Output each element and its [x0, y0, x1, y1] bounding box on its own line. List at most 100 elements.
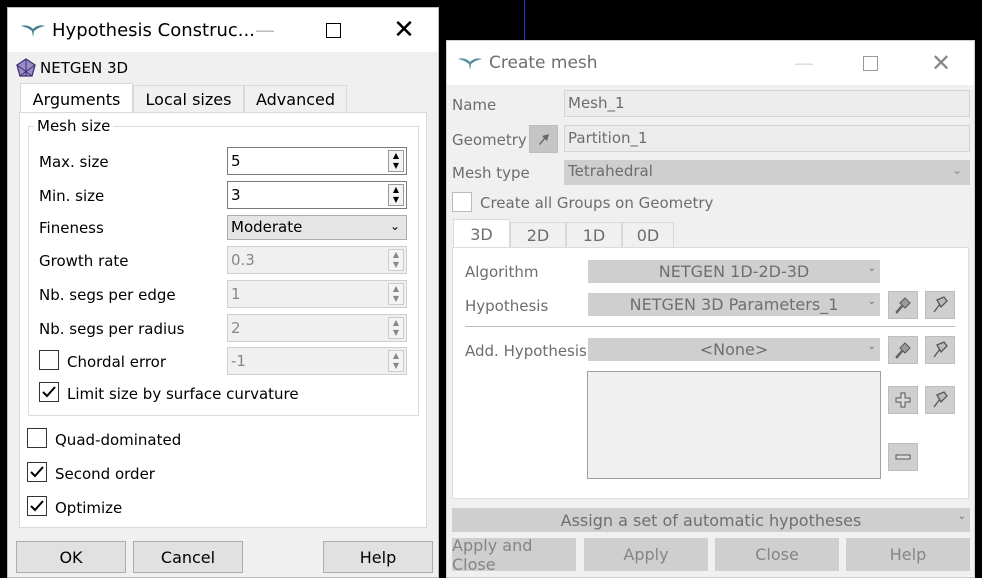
assign-set-select[interactable]: Assign a set of automatic hypotheses ⌄ [452, 508, 970, 532]
add-hypothesis-list[interactable] [587, 371, 881, 479]
help-button[interactable]: Help [846, 538, 970, 571]
minimize-button[interactable]: — [781, 41, 827, 85]
cancel-button[interactable]: Cancel [133, 541, 243, 573]
hypothesis-select[interactable]: NETGEN 3D Parameters_1 ⌄ [588, 293, 880, 316]
spin-up-icon[interactable]: ▲ [389, 284, 403, 294]
growth-rate-label: Growth rate [39, 252, 129, 270]
tab-2d[interactable]: 2D [510, 222, 566, 248]
new-hypothesis-icon [933, 341, 948, 358]
app-bird-icon [20, 22, 46, 38]
add-hypothesis-label: Add. Hypothesis [465, 342, 587, 360]
add-hypothesis-select[interactable]: <None> ⌄ [588, 338, 880, 361]
arrow-icon [538, 134, 549, 145]
hypothesis-titlebar[interactable]: Hypothesis Construc... [8, 8, 438, 52]
min-size-input[interactable]: 3 ▲ ▼ [227, 181, 407, 209]
edit-add-hypothesis-button[interactable] [888, 336, 918, 364]
apply-and-close-button[interactable]: Apply and Close [452, 536, 576, 574]
maximize-button[interactable] [847, 41, 893, 85]
tab-3d[interactable]: 3D [453, 219, 510, 249]
second-order-checkbox[interactable] [27, 462, 47, 482]
new-add-hypothesis-button[interactable] [925, 336, 955, 364]
add-hypothesis-button[interactable] [888, 386, 918, 414]
algorithm-name: NETGEN 3D [40, 59, 129, 77]
chevron-down-icon: ⌄ [951, 163, 962, 177]
segs-per-radius-input[interactable]: 2 ▲ ▼ [227, 314, 407, 342]
minimize-button[interactable]: — [242, 8, 288, 52]
maximize-button[interactable] [310, 8, 356, 52]
plus-icon [895, 392, 911, 408]
geometry-field[interactable]: Partition_1 [564, 125, 970, 152]
checkmark-icon [30, 466, 44, 478]
spin-down-icon[interactable]: ▼ [389, 294, 403, 304]
chevron-down-icon: ⌄ [867, 263, 876, 274]
limit-size-checkbox[interactable] [39, 382, 59, 402]
new-hypothesis-icon [933, 296, 948, 313]
create-mesh-title: Create mesh [489, 53, 598, 73]
chordal-error-input[interactable]: -1 ▲ ▼ [227, 347, 407, 375]
fineness-select[interactable]: Moderate ⌄ [227, 215, 407, 240]
spin-up-icon[interactable]: ▲ [389, 185, 403, 195]
ok-button[interactable]: OK [16, 541, 126, 573]
minus-icon [895, 454, 911, 460]
spin-up-icon[interactable]: ▲ [389, 351, 403, 361]
create-groups-label: Create all Groups on Geometry [480, 194, 714, 212]
optimize-label: Optimize [55, 499, 123, 517]
geometry-select-button[interactable] [529, 125, 558, 153]
close-button[interactable]: ✕ [381, 8, 427, 52]
spin-up-icon[interactable]: ▲ [389, 250, 403, 260]
close-dialog-button[interactable]: Close [715, 538, 839, 571]
new-hypothesis-button[interactable] [925, 291, 955, 319]
chevron-down-icon: ⌄ [957, 511, 966, 522]
segs-per-edge-input[interactable]: 1 ▲ ▼ [227, 280, 407, 308]
mesh-type-label: Mesh type [452, 164, 530, 182]
growth-rate-input[interactable]: 0.3 ▲ ▼ [227, 246, 407, 274]
close-button[interactable]: ✕ [918, 41, 964, 85]
create-mesh-titlebar[interactable]: Create mesh [447, 41, 974, 85]
max-size-input[interactable]: 5 ▲ ▼ [227, 147, 407, 175]
help-button[interactable]: Help [323, 541, 433, 573]
apply-button[interactable]: Apply [584, 538, 708, 571]
chordal-error-checkbox[interactable] [39, 350, 59, 370]
quad-dominated-checkbox[interactable] [27, 428, 47, 448]
group-title: Mesh size [34, 117, 114, 135]
name-field[interactable]: Mesh_1 [564, 90, 970, 117]
edit-add-hypothesis-list-button[interactable] [925, 386, 955, 414]
netgen-icon [16, 58, 36, 82]
spin-up-icon[interactable]: ▲ [389, 318, 403, 328]
name-label: Name [452, 96, 497, 114]
geometry-label: Geometry [452, 131, 527, 149]
chevron-down-icon: ⌄ [389, 219, 400, 233]
app-bird-icon [457, 55, 483, 71]
algorithm-label: Algorithm [465, 263, 539, 281]
tab-0d[interactable]: 0D [622, 222, 674, 248]
new-hypothesis-icon [933, 391, 948, 408]
tab-arguments[interactable]: Arguments [20, 83, 133, 114]
create-groups-checkbox[interactable] [452, 192, 472, 212]
edit-hypothesis-icon [895, 342, 911, 359]
chordal-error-label: Chordal error [67, 353, 167, 371]
tab-1d[interactable]: 1D [566, 222, 622, 248]
spin-up-icon[interactable]: ▲ [389, 151, 403, 161]
spin-down-icon[interactable]: ▼ [389, 260, 403, 270]
edit-hypothesis-icon [895, 297, 911, 314]
separator [465, 326, 955, 327]
hypothesis-title: Hypothesis Construc... [52, 19, 255, 41]
mesh-type-select[interactable]: Tetrahedral ⌄ [564, 160, 970, 185]
tab-advanced[interactable]: Advanced [244, 85, 347, 113]
spin-down-icon[interactable]: ▼ [389, 328, 403, 338]
background-line [524, 0, 525, 40]
tab-local-sizes[interactable]: Local sizes [133, 85, 244, 113]
algorithm-select[interactable]: NETGEN 1D-2D-3D ⌄ [588, 260, 880, 283]
checkmark-icon [30, 500, 44, 512]
optimize-checkbox[interactable] [27, 496, 47, 516]
max-size-label: Max. size [39, 153, 109, 171]
edit-hypothesis-button[interactable] [888, 291, 918, 319]
checkmark-icon [42, 386, 56, 398]
spin-down-icon[interactable]: ▼ [389, 195, 403, 205]
hypothesis-label: Hypothesis [465, 297, 549, 315]
spin-down-icon[interactable]: ▼ [389, 161, 403, 171]
create-mesh-dialog: Create mesh — ✕ Name Mesh_1 Geometry Par… [446, 40, 975, 578]
remove-hypothesis-button[interactable] [888, 443, 918, 471]
chevron-down-icon: ⌄ [867, 341, 876, 352]
spin-down-icon[interactable]: ▼ [389, 361, 403, 371]
